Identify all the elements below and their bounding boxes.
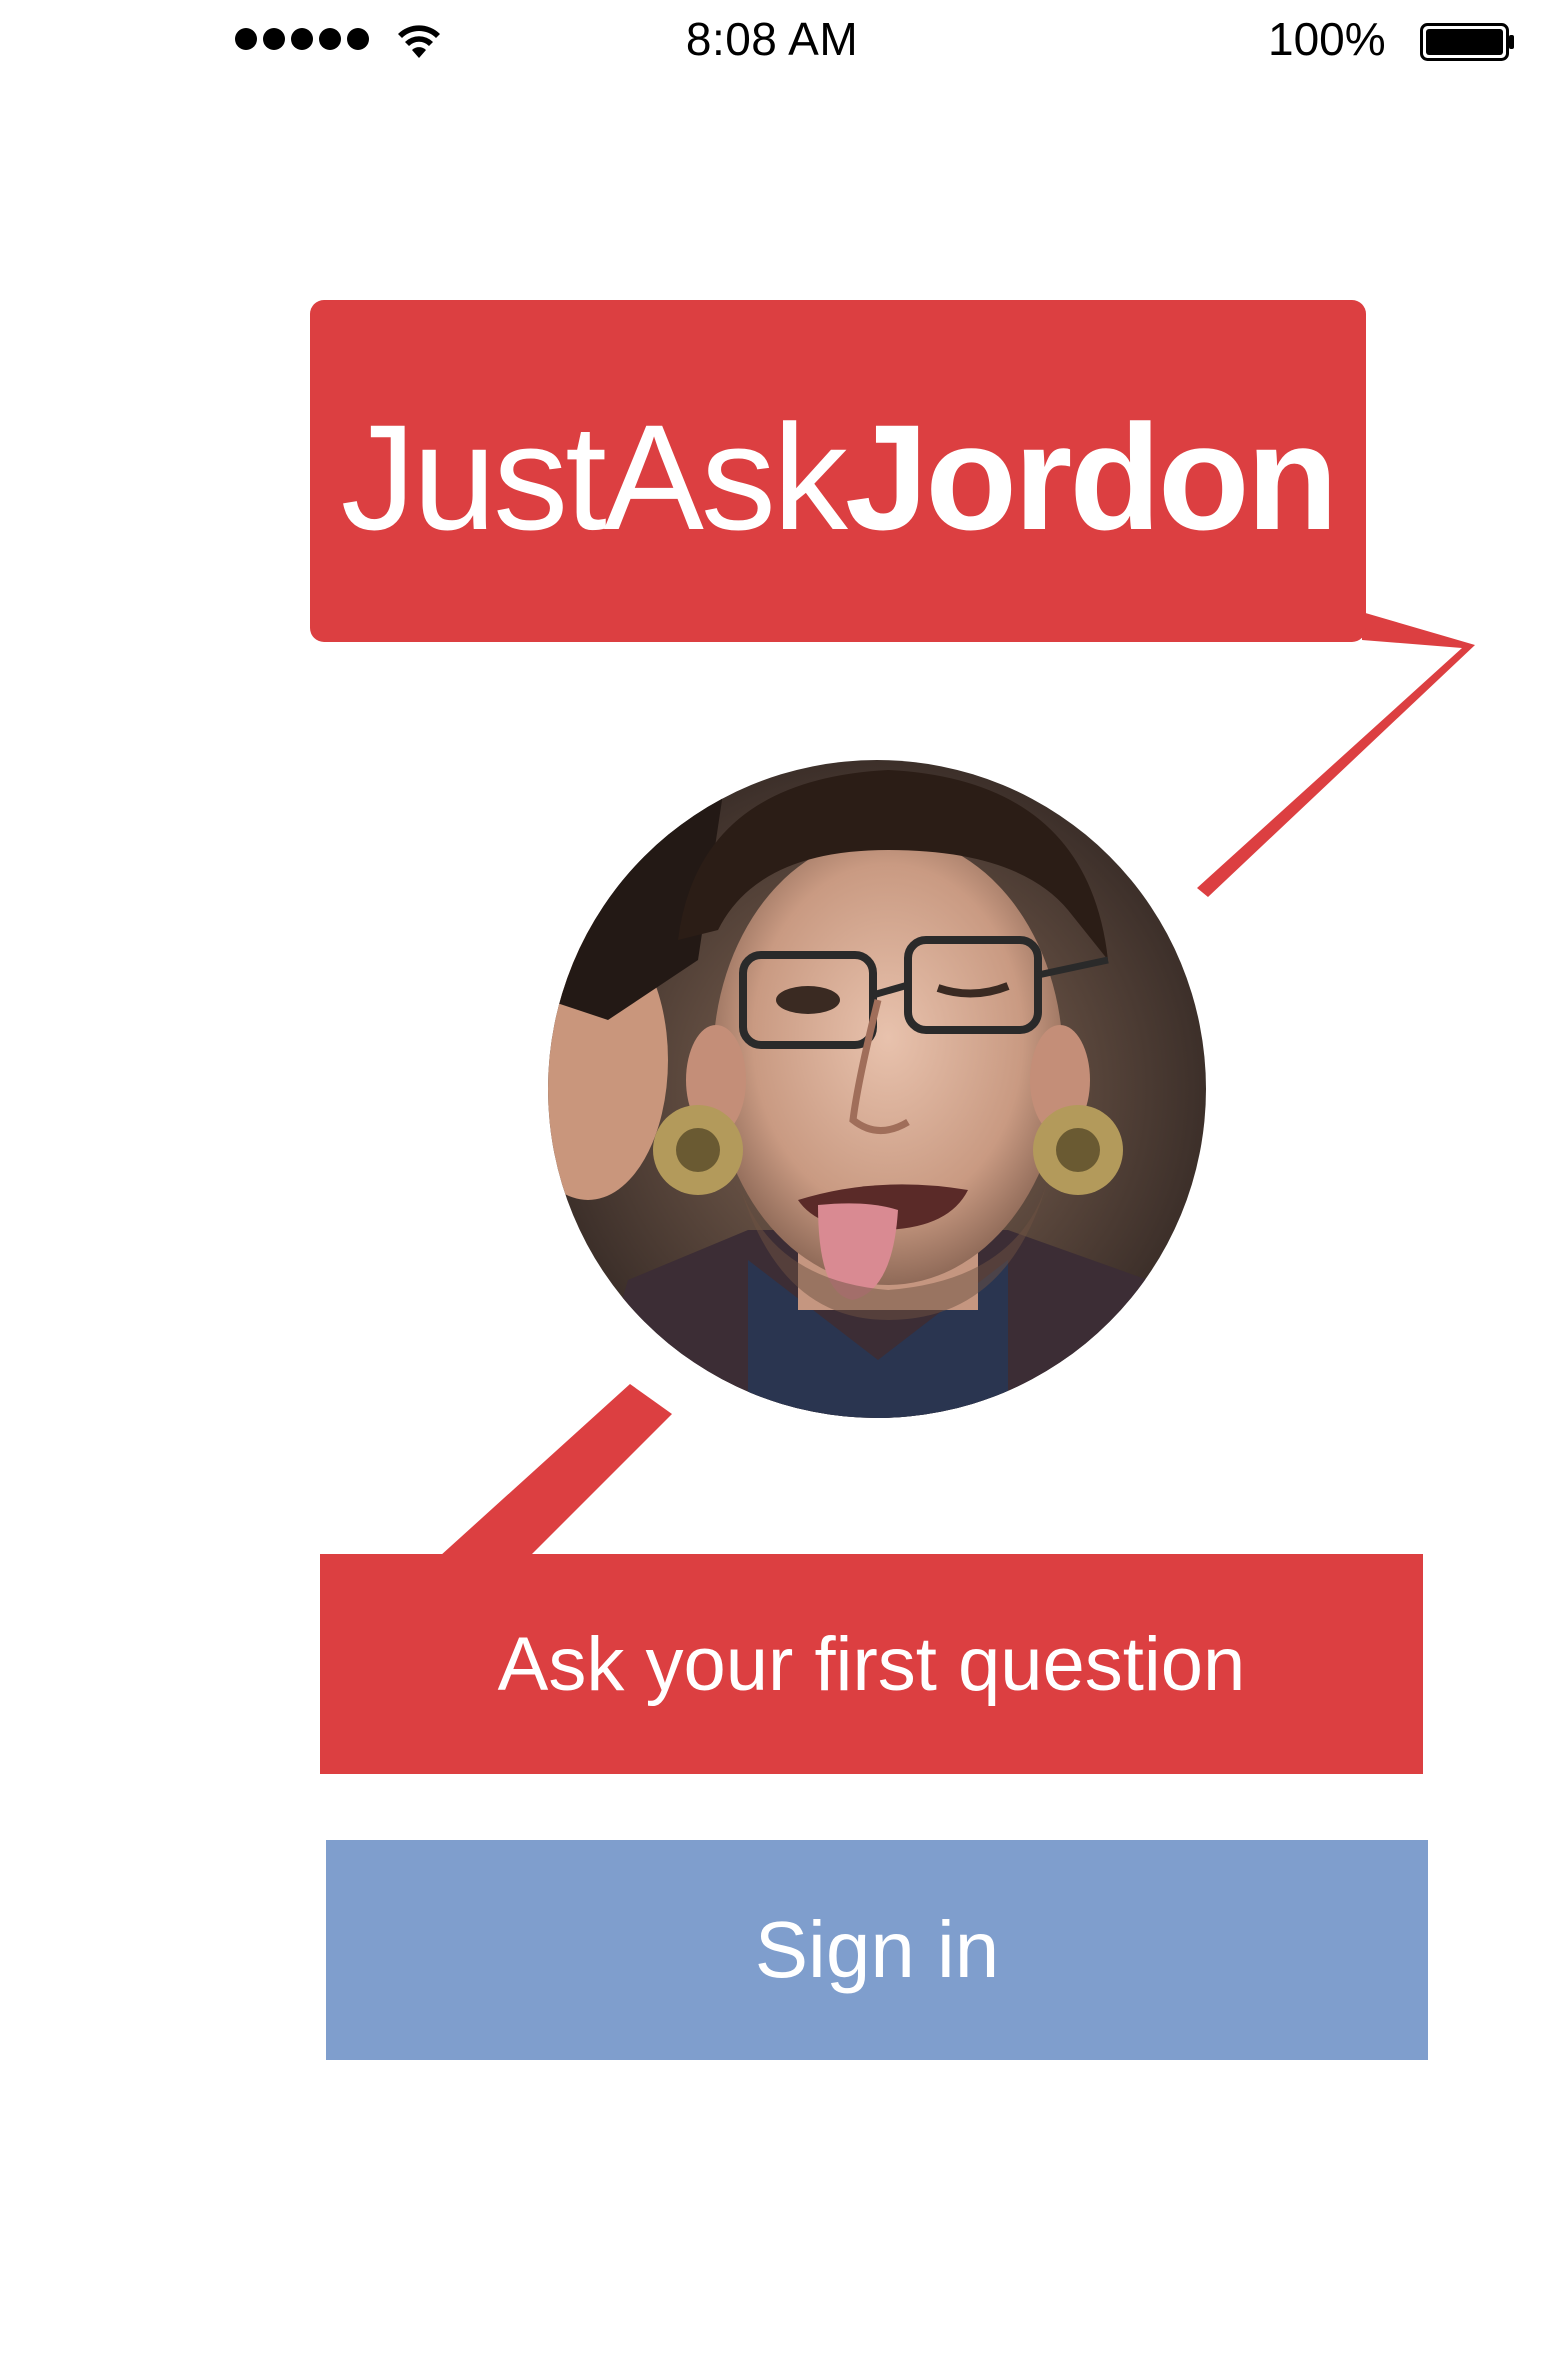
battery-full-icon xyxy=(1420,23,1514,61)
ask-first-question-button[interactable]: Ask your first question xyxy=(320,1554,1423,1774)
app-title-part-ask: Ask xyxy=(603,393,848,561)
ask-bubble-tail xyxy=(440,1384,672,1556)
sign-in-button[interactable]: Sign in xyxy=(326,1840,1428,2060)
title-bubble-tail xyxy=(1197,612,1475,897)
app-title-part-just: Just xyxy=(340,393,607,561)
status-bar: 8:08 AM 100% xyxy=(0,0,1544,84)
profile-photo xyxy=(548,760,1206,1418)
battery-percent: 100% xyxy=(1268,13,1386,65)
app-title-part-jordon: Jordon xyxy=(844,393,1338,561)
avatar xyxy=(548,760,1206,1418)
app-title: Just Ask Jordon xyxy=(310,300,1366,642)
title-bubble: Just Ask Jordon xyxy=(310,300,1366,642)
